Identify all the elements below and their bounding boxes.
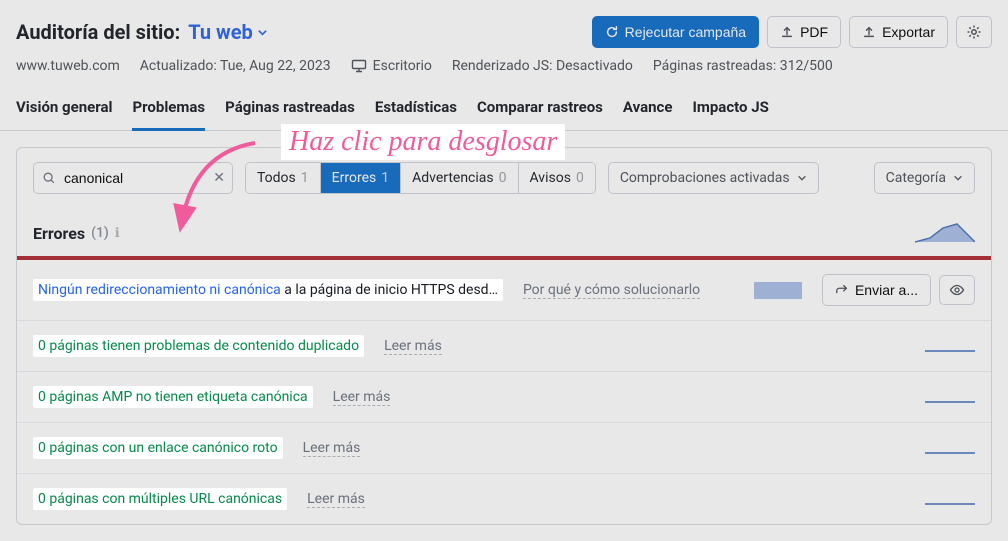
chevron-down-icon bbox=[953, 173, 963, 183]
pdf-button[interactable]: PDF bbox=[767, 16, 841, 48]
issue-row: 0 páginas con múltiples URL canónicas Le… bbox=[17, 474, 991, 524]
annotation-callout: Haz clic para desglosar bbox=[281, 124, 565, 160]
meta-device: Escritorio bbox=[351, 58, 432, 74]
read-more-link[interactable]: Leer más bbox=[333, 389, 391, 406]
tab-progress[interactable]: Avance bbox=[623, 88, 673, 131]
meta-crawled: Páginas rastreadas: 312/500 bbox=[653, 58, 833, 74]
clear-search-icon[interactable]: ✕ bbox=[213, 170, 225, 186]
meta-url: www.tuweb.com bbox=[16, 58, 120, 74]
issue-title[interactable]: 0 páginas con múltiples URL canónicas bbox=[33, 488, 287, 510]
rerun-button[interactable]: Rejecutar campaña bbox=[592, 16, 759, 48]
errors-section-header: Errores (1) ℹ bbox=[17, 208, 991, 256]
read-more-link[interactable]: Leer más bbox=[303, 440, 361, 457]
why-how-link[interactable]: Por qué y cómo solucionarlo bbox=[523, 282, 700, 299]
filter-warnings[interactable]: Advertencias0 bbox=[401, 163, 518, 193]
settings-button[interactable] bbox=[956, 16, 992, 48]
filter-all[interactable]: Todos1 bbox=[246, 163, 321, 193]
desktop-icon bbox=[351, 59, 367, 73]
tab-issues[interactable]: Problemas bbox=[132, 88, 205, 131]
page-title: Auditoría del sitio: bbox=[16, 20, 180, 44]
export-label: Exportar bbox=[882, 24, 935, 40]
issue-row: 0 páginas con un enlace canónico roto Le… bbox=[17, 423, 991, 474]
upload-icon bbox=[862, 25, 876, 39]
eye-icon bbox=[949, 283, 965, 297]
pdf-label: PDF bbox=[800, 24, 828, 40]
issues-panel: ✕ Todos1 Errores1 Advertencias0 Avisos0 … bbox=[16, 147, 992, 525]
export-button[interactable]: Exportar bbox=[849, 16, 948, 48]
search-input-wrap: ✕ bbox=[33, 162, 233, 194]
issue-type-filter: Todos1 Errores1 Advertencias0 Avisos0 bbox=[245, 162, 596, 194]
meta-updated: Actualizado: Tue, Aug 22, 2023 bbox=[140, 58, 331, 74]
hide-button[interactable] bbox=[939, 275, 975, 305]
section-sparkline bbox=[915, 220, 975, 246]
issue-sparkbar bbox=[754, 282, 802, 299]
issue-row: 0 páginas AMP no tienen etiqueta canónic… bbox=[17, 372, 991, 423]
section-title: Errores bbox=[33, 224, 85, 243]
read-more-link[interactable]: Leer más bbox=[307, 491, 365, 508]
filter-notices[interactable]: Avisos0 bbox=[519, 163, 595, 193]
category-dropdown[interactable]: Categoría bbox=[874, 162, 975, 194]
issue-title[interactable]: 0 páginas AMP no tienen etiqueta canónic… bbox=[33, 386, 313, 408]
meta-js: Renderizado JS: Desactivado bbox=[452, 58, 633, 74]
issue-title[interactable]: 0 páginas tienen problemas de contenido … bbox=[33, 335, 364, 357]
send-to-button[interactable]: Enviar a... bbox=[822, 274, 931, 306]
upload-icon bbox=[780, 25, 794, 39]
issue-title[interactable]: Ningún redireccionamiento ni canónica a … bbox=[33, 279, 503, 301]
chevron-down-icon bbox=[257, 27, 268, 38]
issue-sparkline bbox=[925, 337, 975, 355]
chevron-down-icon bbox=[797, 173, 807, 183]
issue-sparkline bbox=[925, 490, 975, 508]
domain-selector[interactable]: Tu web bbox=[188, 20, 268, 44]
refresh-icon bbox=[605, 25, 619, 39]
share-icon bbox=[835, 283, 849, 297]
search-icon bbox=[42, 171, 56, 185]
filter-errors[interactable]: Errores1 bbox=[321, 163, 401, 193]
rerun-label: Rejecutar campaña bbox=[625, 24, 746, 40]
issue-sparkline bbox=[925, 439, 975, 457]
issue-row: 0 páginas tienen problemas de contenido … bbox=[17, 321, 991, 372]
tab-overview[interactable]: Visión general bbox=[16, 88, 112, 131]
tab-jsimpact[interactable]: Impacto JS bbox=[692, 88, 768, 131]
gear-icon bbox=[966, 24, 982, 40]
checks-dropdown[interactable]: Comprobaciones activadas bbox=[608, 162, 819, 194]
info-icon[interactable]: ℹ bbox=[115, 226, 120, 241]
search-input[interactable] bbox=[33, 162, 233, 194]
issue-row: Ningún redireccionamiento ni canónica a … bbox=[17, 260, 991, 321]
issue-sparkline bbox=[925, 388, 975, 406]
domain-label: Tu web bbox=[188, 20, 253, 44]
issue-title[interactable]: 0 páginas con un enlace canónico roto bbox=[33, 437, 283, 459]
read-more-link[interactable]: Leer más bbox=[384, 338, 442, 355]
section-count: (1) bbox=[91, 225, 109, 241]
